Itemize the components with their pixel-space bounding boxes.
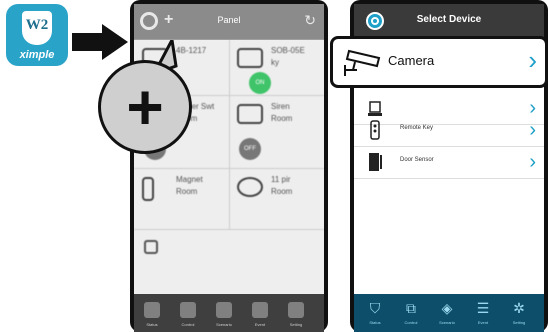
tab-control[interactable]: ⧉ Control xyxy=(392,294,430,332)
setting-tab-icon[interactable] xyxy=(288,302,304,318)
control-tab-icon[interactable] xyxy=(180,302,196,318)
door-sensor-icon xyxy=(369,153,382,171)
tab-scenario[interactable]: ◈ Scenario xyxy=(428,294,466,332)
shield-icon: ⛉ xyxy=(369,300,381,316)
tab-setting[interactable]: ✲ Setting xyxy=(500,294,538,332)
device-name: 11 pir xyxy=(271,175,291,184)
right-arrow-icon xyxy=(72,24,128,60)
siren-icon xyxy=(237,104,263,124)
list-item-label: Door Sensor xyxy=(400,157,434,163)
chevron-right-icon: › xyxy=(529,119,536,141)
list-icon: ☰ xyxy=(476,300,490,316)
panel-title: Panel xyxy=(217,15,241,25)
device-name: SOB-05E xyxy=(271,46,305,55)
list-item[interactable]: Remote Key › xyxy=(354,114,544,147)
list-item[interactable]: Door Sensor › xyxy=(354,146,544,179)
tab-label: Status xyxy=(146,322,158,327)
camera-device-icon xyxy=(237,48,263,68)
magnet-icon xyxy=(142,177,154,201)
status-off-badge[interactable]: OFF xyxy=(239,138,261,160)
tab-label: Scenario xyxy=(439,320,455,325)
tab-label: Control xyxy=(404,320,418,325)
device-cell[interactable]: 11 pir Room xyxy=(229,169,324,230)
status-on-badge[interactable]: ON xyxy=(249,72,271,94)
panel-header: + Panel ↻ xyxy=(134,4,324,40)
gear-icon: ✲ xyxy=(513,300,525,316)
tab-label: Event xyxy=(254,322,266,327)
select-device-header: Select Device xyxy=(354,4,544,38)
camera-icon xyxy=(344,49,381,76)
device-cell[interactable]: SOB-05E ky ON xyxy=(229,40,324,96)
refresh-icon[interactable]: ↻ xyxy=(304,12,316,29)
device-room: Room xyxy=(176,187,198,196)
device-room: Room xyxy=(271,187,293,196)
pir-sensor-icon xyxy=(237,177,263,197)
panel-tabbar: Status Control Scenario Event Setting xyxy=(134,294,324,332)
tab-label: Event xyxy=(477,320,489,325)
camera-label: Camera xyxy=(388,53,435,68)
scenario-tab-icon[interactable] xyxy=(216,302,232,318)
tab-label: Status xyxy=(369,320,381,325)
logo-mark: W2 xyxy=(25,17,49,33)
tab-label: Scenario xyxy=(216,322,232,327)
logo-shield: W2 xyxy=(22,11,52,45)
list-item-label: Remote Key xyxy=(400,125,434,131)
event-tab-icon[interactable] xyxy=(252,302,268,318)
add-plus-icon: + xyxy=(126,71,164,143)
network-icon: ⧉ xyxy=(406,300,416,316)
device-name: Magnet xyxy=(176,175,203,184)
chevron-right-icon: › xyxy=(528,45,537,75)
device-room: Room xyxy=(271,114,293,123)
tab-event[interactable]: ☰ Event xyxy=(464,294,502,332)
chevron-right-icon: › xyxy=(529,151,536,173)
diamond-icon: ◈ xyxy=(441,300,453,316)
ximple-logo: W2 ximple xyxy=(6,4,68,66)
remote-key-icon xyxy=(370,120,380,140)
device-cell[interactable]: Magnet Room xyxy=(134,169,230,230)
status-tab-icon[interactable] xyxy=(144,302,160,318)
tab-label: Setting xyxy=(289,322,303,327)
tab-label: Setting xyxy=(512,320,526,325)
select-device-tabbar: ⛉ Status ⧉ Control ◈ Scenario ☰ Event ✲ … xyxy=(354,294,544,332)
device-room: ky xyxy=(271,58,279,67)
device-cell[interactable]: Siren Room OFF xyxy=(229,96,324,169)
tab-status[interactable]: ⛉ Status xyxy=(356,294,394,332)
zoom-callout: + xyxy=(98,60,192,154)
logo-brand: ximple xyxy=(19,49,55,61)
device-name: Siren xyxy=(271,102,290,111)
camera-list-item[interactable]: Camera › xyxy=(330,36,548,88)
tab-label: Control xyxy=(181,322,195,327)
device-name: 4B-1217 xyxy=(176,46,207,55)
page-title: Select Device xyxy=(416,14,482,25)
lock-icon[interactable] xyxy=(144,240,158,254)
